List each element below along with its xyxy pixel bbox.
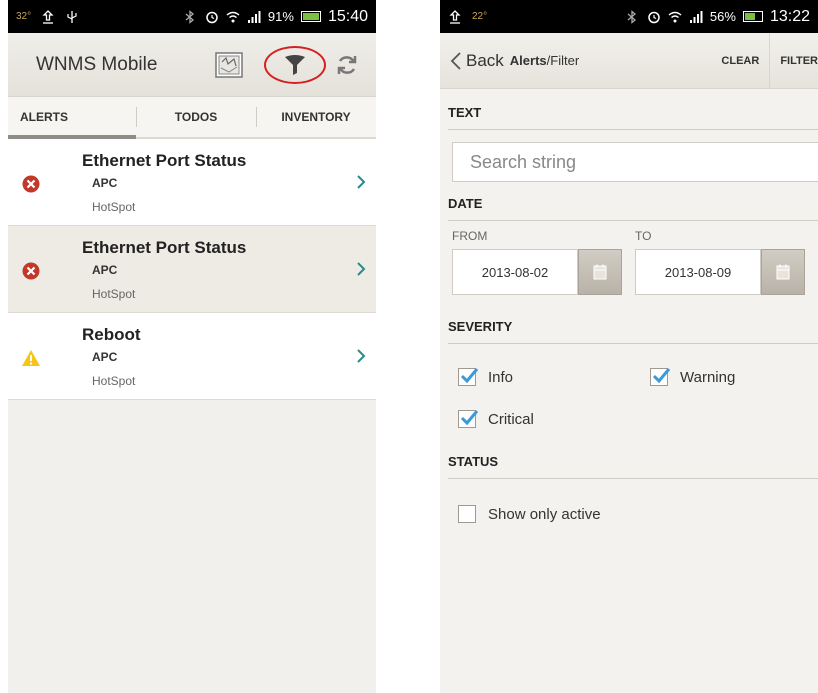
status-bar: 22° 56% 13:22 <box>440 0 818 33</box>
calendar-icon <box>776 264 790 280</box>
section-severity: SEVERITY <box>448 309 818 344</box>
to-calendar-button[interactable] <box>761 249 805 295</box>
signal-icon <box>689 10 703 24</box>
checkbox-checked-icon <box>458 368 479 386</box>
list-item[interactable]: Reboot APC HotSpot <box>8 313 376 400</box>
severity-warning-checkbox[interactable]: Warning <box>650 356 735 398</box>
status-bar: 32° 91% 15:40 <box>8 0 376 33</box>
filter-apply-button[interactable]: FILTER <box>769 32 818 89</box>
tab-alerts[interactable]: ALERTS <box>8 97 136 137</box>
usb-icon <box>65 10 79 24</box>
show-only-active-checkbox[interactable]: Show only active <box>458 493 601 535</box>
alert-location: HotSpot <box>92 286 136 301</box>
tab-inventory[interactable]: INVENTORY <box>256 97 376 137</box>
checkbox-checked-icon <box>650 368 671 386</box>
bluetooth-icon <box>184 9 198 24</box>
refresh-icon <box>337 55 357 74</box>
bluetooth-icon <box>626 9 640 24</box>
alert-list: Ethernet Port Status APC HotSpot Etherne… <box>8 139 376 400</box>
clock: 15:40 <box>327 7 368 25</box>
map-button[interactable] <box>214 50 244 80</box>
wifi-icon <box>226 10 240 24</box>
temperature: 22° <box>472 11 488 22</box>
to-label: TO <box>635 229 652 243</box>
filter-button[interactable] <box>264 45 326 84</box>
filter-screen: 22° 56% 13:22 Back Alerts/Filter CLEAR F… <box>440 0 818 693</box>
map-icon <box>215 51 243 78</box>
from-date-field[interactable]: 2013-08-02 <box>452 249 578 295</box>
alert-title: Ethernet Port Status <box>82 237 247 257</box>
battery-icon <box>300 11 321 22</box>
alert-title: Reboot <box>82 324 141 344</box>
section-text: TEXT <box>448 95 818 130</box>
alert-title: Ethernet Port Status <box>82 150 247 170</box>
from-label: FROM <box>452 229 488 243</box>
severity-critical-checkbox[interactable]: Critical <box>458 398 534 440</box>
severity-info-label: Info <box>488 368 514 386</box>
alert-device: APC <box>92 262 118 277</box>
alert-device: APC <box>92 175 118 190</box>
breadcrumb-main: Alerts <box>509 53 547 68</box>
back-label: Back <box>466 50 504 70</box>
back-button[interactable]: Back <box>450 51 504 71</box>
alert-location: HotSpot <box>92 199 136 214</box>
signal-icon <box>247 10 261 24</box>
alarm-icon <box>647 10 661 24</box>
battery-percent: 91% <box>267 9 294 24</box>
tab-bar: ALERTS TODOS INVENTORY <box>8 97 376 139</box>
from-calendar-button[interactable] <box>578 249 622 295</box>
checkbox-unchecked-icon <box>458 505 476 523</box>
alert-location: HotSpot <box>92 373 136 388</box>
section-status: STATUS <box>448 444 818 479</box>
battery-percent: 56% <box>709 9 736 24</box>
action-bar: WNMS Mobile <box>8 33 376 97</box>
chevron-right-icon <box>357 175 366 189</box>
checkbox-checked-icon <box>458 410 479 428</box>
calendar-icon <box>593 264 607 280</box>
chevron-left-icon <box>450 51 461 70</box>
clock: 13:22 <box>769 7 810 25</box>
breadcrumb-sub: /Filter <box>546 53 580 68</box>
alert-device: APC <box>92 349 118 364</box>
chevron-right-icon <box>357 349 366 363</box>
tab-todos[interactable]: TODOS <box>136 97 256 137</box>
list-item[interactable]: Ethernet Port Status APC HotSpot <box>8 226 376 313</box>
clear-button[interactable]: CLEAR <box>711 33 769 89</box>
temperature: 32° <box>16 11 32 22</box>
upload-icon <box>41 9 55 24</box>
app-title: WNMS Mobile <box>36 53 158 75</box>
filter-icon <box>285 54 305 75</box>
list-item[interactable]: Ethernet Port Status APC HotSpot <box>8 139 376 226</box>
alerts-screen: 32° 91% 15:40 WNMS Mobile ALERTS TODOS I… <box>8 0 376 693</box>
section-date: DATE <box>448 186 818 221</box>
severity-info-checkbox[interactable]: Info <box>458 356 650 398</box>
severity-critical-label: Critical <box>488 410 534 428</box>
battery-icon <box>742 11 763 22</box>
show-only-active-label: Show only active <box>488 505 601 523</box>
severity-warning-label: Warning <box>680 368 736 386</box>
upload-icon <box>448 9 462 24</box>
chevron-right-icon <box>357 262 366 276</box>
breadcrumb: Alerts/Filter <box>510 53 712 68</box>
alarm-icon <box>205 10 219 24</box>
search-input[interactable] <box>452 142 818 182</box>
wifi-icon <box>668 10 682 24</box>
refresh-button[interactable] <box>332 50 362 80</box>
action-bar: Back Alerts/Filter CLEAR FILTER <box>440 32 818 89</box>
to-date-field[interactable]: 2013-08-09 <box>635 249 761 295</box>
